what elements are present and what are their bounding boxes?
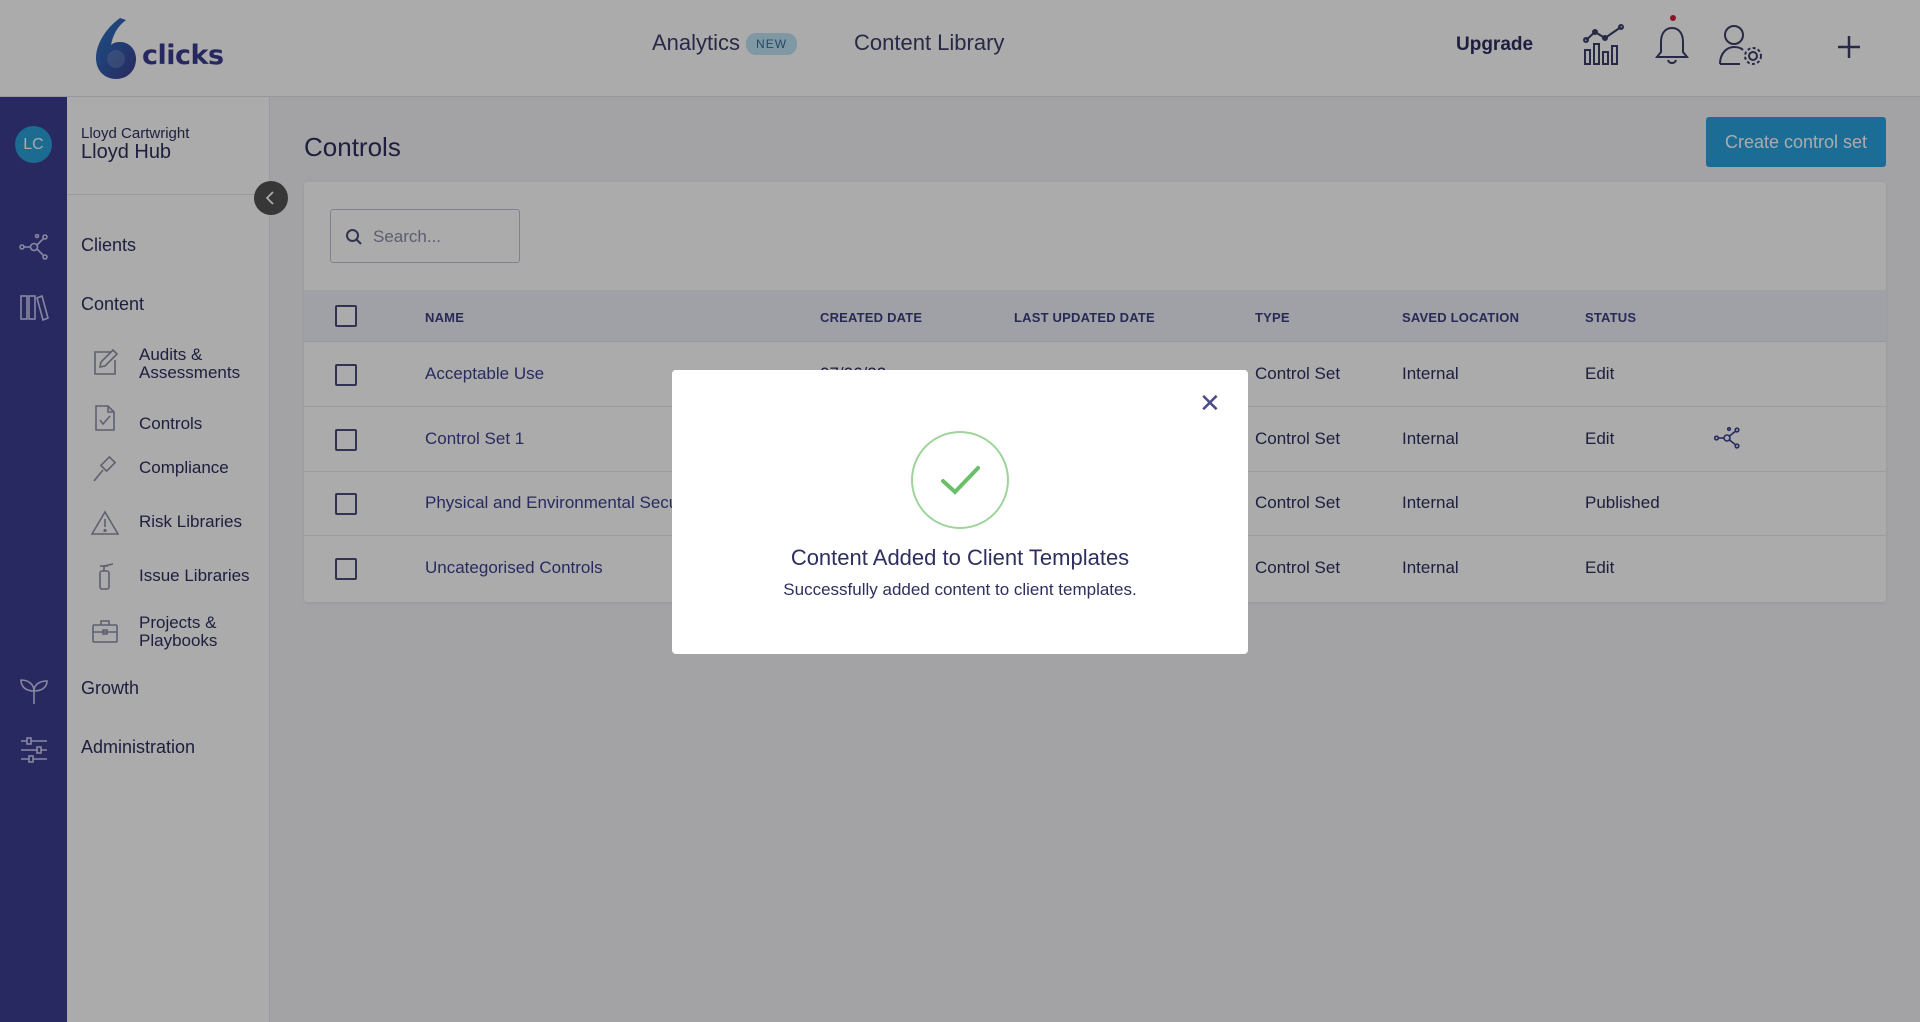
success-check-icon	[911, 431, 1009, 529]
close-icon[interactable]: ✕	[1199, 389, 1221, 419]
modal-title: Content Added to Client Templates	[790, 545, 1130, 570]
success-modal: ✕ Content Added to Client Templates Succ…	[672, 370, 1248, 654]
modal-message: Successfully added content to client tem…	[783, 580, 1137, 599]
